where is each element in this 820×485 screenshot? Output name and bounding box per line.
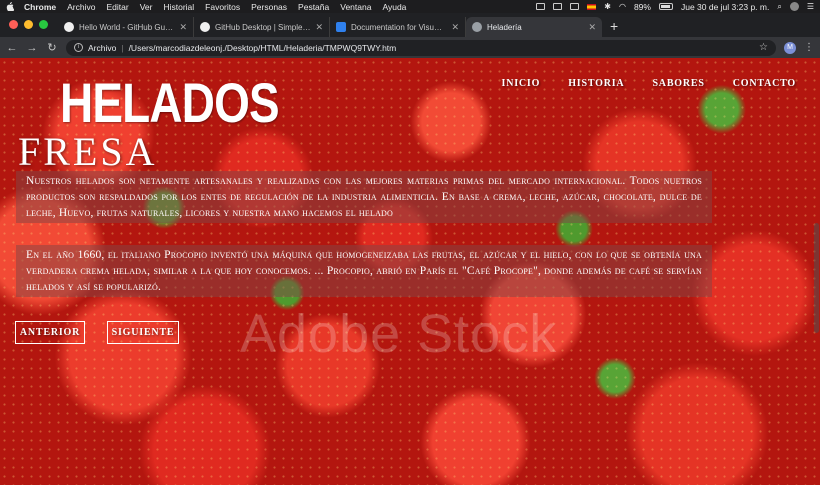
forward-arrow-icon[interactable]: → xyxy=(26,42,38,54)
menu-editar[interactable]: Editar xyxy=(106,2,128,12)
minimize-window-button[interactable] xyxy=(24,20,33,29)
control-center-icon[interactable]: ☰ xyxy=(807,2,814,11)
apple-icon[interactable] xyxy=(6,2,15,12)
menu-favoritos[interactable]: Favoritos xyxy=(205,2,240,12)
more-menu-icon[interactable]: ⋮ xyxy=(804,42,814,53)
tab-label: Hello World - GitHub Guides xyxy=(79,22,175,32)
bookmark-star-icon[interactable]: ☆ xyxy=(759,42,768,53)
tab-github-desktop[interactable]: GitHub Desktop | Simple collab ✕ xyxy=(194,17,330,37)
info-icon[interactable]: i xyxy=(74,43,83,52)
chrome-tab-strip: Hello World - GitHub Guides ✕ GitHub Des… xyxy=(0,13,820,37)
clock[interactable]: Jue 30 de jul 3:23 p. m. xyxy=(681,2,769,12)
menu-app-name[interactable]: Chrome xyxy=(24,2,56,12)
tab-label: Documentation for Visual Studi xyxy=(351,22,446,32)
nav-inicio[interactable]: INICIO xyxy=(502,78,541,89)
macos-menu-bar: Chrome Archivo Editar Ver Historial Favo… xyxy=(0,0,820,13)
globe-icon xyxy=(472,22,482,32)
wifi-icon[interactable]: ◠ xyxy=(619,2,626,11)
input-source-flag-icon[interactable] xyxy=(587,3,597,10)
next-button[interactable]: SIGUIENTE xyxy=(107,321,179,344)
cast-icon[interactable] xyxy=(536,3,546,10)
nav-contacto[interactable]: CONTACTO xyxy=(733,78,796,89)
close-tab-icon[interactable]: ✕ xyxy=(179,22,187,33)
dropbox-icon[interactable] xyxy=(553,3,563,10)
close-tab-icon[interactable]: ✕ xyxy=(315,22,323,33)
vscode-icon xyxy=(336,22,346,32)
close-tab-icon[interactable]: ✕ xyxy=(451,22,459,33)
menu-ventana[interactable]: Ventana xyxy=(340,2,371,12)
tab-github-guides[interactable]: Hello World - GitHub Guides ✕ xyxy=(58,17,194,37)
menu-ayuda[interactable]: Ayuda xyxy=(382,2,406,12)
tab-label: Heladería xyxy=(487,22,522,32)
stock-watermark: Adobe Stock xyxy=(240,304,558,364)
bluetooth-icon[interactable]: ✱ xyxy=(604,2,611,11)
nav-sabores[interactable]: SABORES xyxy=(652,78,704,89)
page-scrollbar[interactable] xyxy=(813,58,819,485)
site-logo[interactable]: HELADOS xyxy=(60,70,280,135)
tab-vscode-docs[interactable]: Documentation for Visual Studi ✕ xyxy=(330,17,466,37)
battery-percent: 89% xyxy=(633,1,651,12)
menu-archivo[interactable]: Archivo xyxy=(67,2,95,12)
close-window-button[interactable] xyxy=(9,20,18,29)
url-text[interactable]: /Users/marcodiazdeleonj./Desktop/HTML/He… xyxy=(129,43,397,53)
flavor-title: FRESA xyxy=(18,129,158,174)
address-bar[interactable]: i Archivo | /Users/marcodiazdeleonj./Des… xyxy=(66,39,776,56)
scrollbar-thumb[interactable] xyxy=(814,223,819,333)
user-avatar-icon[interactable] xyxy=(789,2,799,11)
window-controls xyxy=(0,20,58,37)
close-tab-icon[interactable]: ✕ xyxy=(588,22,596,33)
url-scheme-label: Archivo xyxy=(88,42,117,53)
zoom-window-button[interactable] xyxy=(39,20,48,29)
tab-heladeria[interactable]: Heladería ✕ xyxy=(466,17,602,37)
menu-personas[interactable]: Personas xyxy=(251,2,287,12)
browser-toolbar: ← → ↻ i Archivo | /Users/marcodiazdeleon… xyxy=(0,37,820,58)
nav-historia[interactable]: HISTORIA xyxy=(568,78,624,89)
battery-icon[interactable] xyxy=(658,3,673,10)
search-icon[interactable]: ⌕ xyxy=(777,2,781,12)
history-paragraph: En el año 1660, el italiano Procopio inv… xyxy=(16,245,712,297)
menu-ver[interactable]: Ver xyxy=(140,2,153,12)
menu-pestana[interactable]: Pestaña xyxy=(298,2,329,12)
back-arrow-icon[interactable]: ← xyxy=(6,42,18,54)
menu-historial[interactable]: Historial xyxy=(163,2,194,12)
tab-label: GitHub Desktop | Simple collab xyxy=(215,22,310,32)
github-icon xyxy=(64,22,74,32)
github-icon xyxy=(200,22,210,32)
menubar-status-area: ✱ ◠ 89% Jue 30 de jul 3:23 p. m. ⌕ ☰ xyxy=(536,2,814,12)
new-tab-button[interactable]: + xyxy=(602,18,626,37)
reload-icon[interactable]: ↻ xyxy=(46,41,58,54)
display-icon[interactable] xyxy=(570,3,580,10)
profile-avatar[interactable]: M xyxy=(784,41,796,54)
page-hero: Adobe Stock HELADOS INICIO HISTORIA SABO… xyxy=(0,58,820,485)
url-separator: | xyxy=(121,42,124,53)
description-paragraph: Nuestros helados son netamente artesanal… xyxy=(16,171,712,223)
site-nav: INICIO HISTORIA SABORES CONTACTO xyxy=(502,78,797,89)
previous-button[interactable]: ANTERIOR xyxy=(15,321,85,344)
